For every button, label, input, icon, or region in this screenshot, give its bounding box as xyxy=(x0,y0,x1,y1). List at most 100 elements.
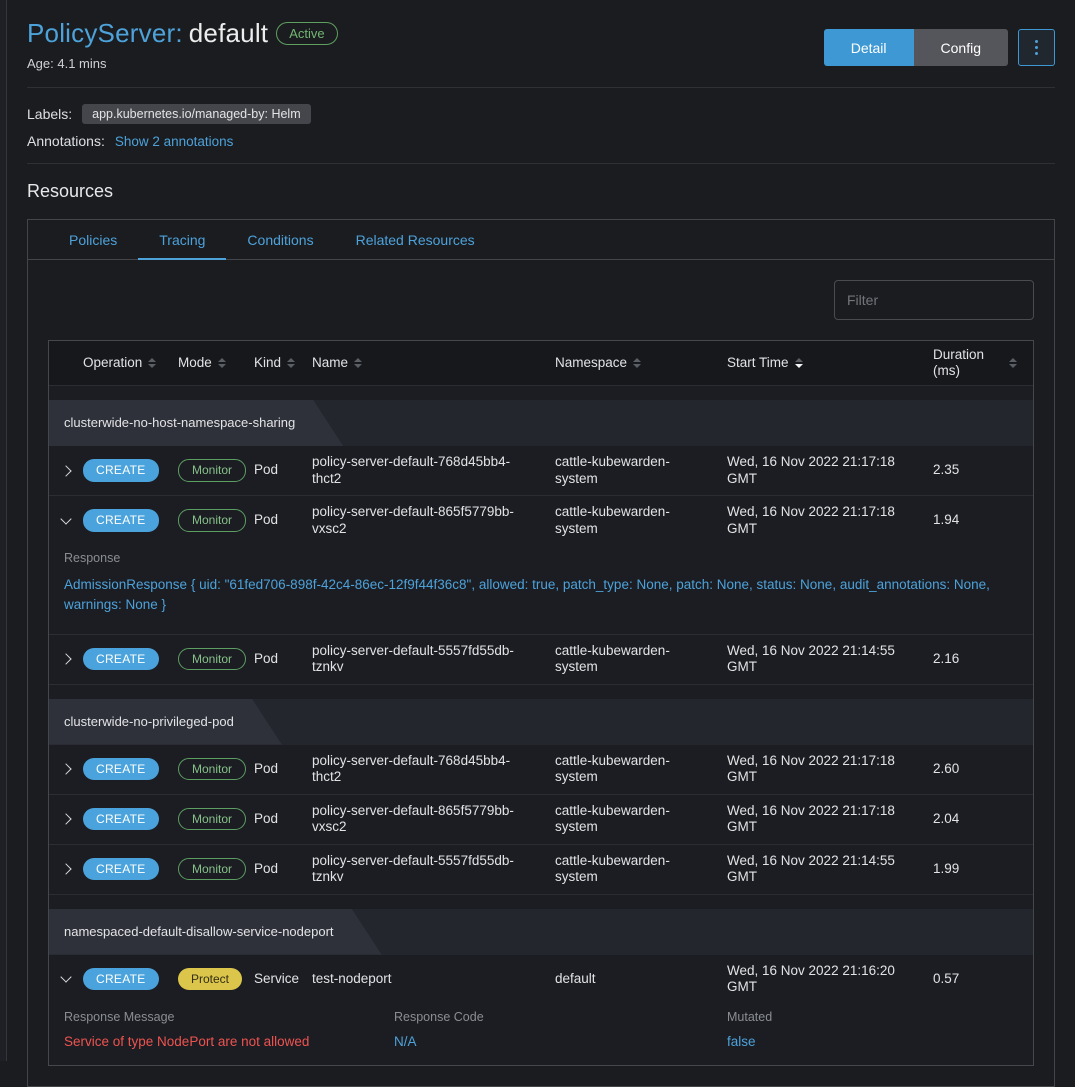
column-header-namespace[interactable]: Namespace xyxy=(555,355,727,371)
sort-icon xyxy=(218,358,226,368)
group-header: clusterwide-no-host-namespace-sharing xyxy=(49,400,1033,446)
name-cell: test-nodeport xyxy=(312,971,555,987)
tab-tracing[interactable]: Tracing xyxy=(138,220,226,260)
metadata-section: Labels: app.kubernetes.io/managed-by: He… xyxy=(27,88,1055,163)
expand-toggle[interactable] xyxy=(49,865,83,873)
expand-toggle[interactable] xyxy=(49,815,83,823)
namespace-cell: cattle-kubewarden-system xyxy=(555,504,727,536)
mode-badge: Monitor xyxy=(178,858,246,880)
namespace-cell: cattle-kubewarden-system xyxy=(555,753,727,785)
mode-badge: Monitor xyxy=(178,509,246,531)
collapse-toggle[interactable] xyxy=(49,977,83,981)
status-badge: Active xyxy=(276,22,337,45)
tab-related-resources[interactable]: Related Resources xyxy=(335,220,496,260)
response-label: Response xyxy=(64,551,1033,565)
filter-input[interactable] xyxy=(834,280,1034,320)
group-name: namespaced-default-disallow-service-node… xyxy=(49,909,382,955)
name-cell: policy-server-default-865f5779bb-vxsc2 xyxy=(312,803,555,835)
divider xyxy=(27,163,1055,164)
chevron-right-icon xyxy=(60,813,71,824)
tab-bar: Policies Tracing Conditions Related Reso… xyxy=(28,220,1054,260)
mode-badge: Protect xyxy=(178,968,242,990)
column-header-name[interactable]: Name xyxy=(312,355,555,371)
namespace-cell: cattle-kubewarden-system xyxy=(555,454,727,486)
kind-cell: Pod xyxy=(254,462,312,478)
start-time-cell: Wed, 16 Nov 2022 21:17:18 GMT xyxy=(727,753,933,785)
start-time-cell: Wed, 16 Nov 2022 21:14:55 GMT xyxy=(727,643,933,675)
expand-toggle[interactable] xyxy=(49,655,83,663)
operation-badge: CREATE xyxy=(83,648,159,670)
annotations-label: Annotations: xyxy=(27,133,105,149)
duration-cell: 2.35 xyxy=(933,462,1033,478)
mutated-value: false xyxy=(727,1034,1033,1049)
response-value: AdmissionResponse { uid: "61fed706-898f-… xyxy=(64,575,1033,616)
tracing-table: Operation Mode Kind Name xyxy=(48,340,1034,1066)
start-time-cell: Wed, 16 Nov 2022 21:17:18 GMT xyxy=(727,504,933,536)
response-message-label: Response Message xyxy=(64,1010,394,1024)
collapse-toggle[interactable] xyxy=(49,519,83,523)
duration-cell: 2.60 xyxy=(933,761,1033,777)
operation-badge: CREATE xyxy=(83,808,159,830)
tab-conditions[interactable]: Conditions xyxy=(226,220,334,260)
resources-title: Resources xyxy=(27,181,1055,202)
kind-cell: Pod xyxy=(254,861,312,877)
kebab-menu-button[interactable] xyxy=(1018,29,1055,66)
column-header-mode[interactable]: Mode xyxy=(178,355,254,371)
duration-cell: 2.16 xyxy=(933,651,1033,667)
name-cell: policy-server-default-5557fd55db-tznkv xyxy=(312,643,555,675)
response-message-value: Service of type NodePort are not allowed xyxy=(64,1034,394,1049)
sort-icon-descending xyxy=(795,358,803,368)
duration-cell: 1.99 xyxy=(933,861,1033,877)
column-header-start-time[interactable]: Start Time xyxy=(727,355,933,371)
show-annotations-link[interactable]: Show 2 annotations xyxy=(115,134,234,149)
expand-toggle[interactable] xyxy=(49,467,83,475)
mode-badge: Monitor xyxy=(178,808,246,830)
label-chip: app.kubernetes.io/managed-by: Helm xyxy=(82,104,310,124)
page-title: PolicyServer:default xyxy=(27,18,268,49)
duration-cell: 1.94 xyxy=(933,512,1033,528)
nav-edge xyxy=(0,0,7,1061)
start-time-cell: Wed, 16 Nov 2022 21:17:18 GMT xyxy=(727,454,933,486)
chevron-right-icon xyxy=(60,465,71,476)
operation-badge: CREATE xyxy=(83,509,159,531)
namespace-cell: cattle-kubewarden-system xyxy=(555,643,727,675)
kind-cell: Pod xyxy=(254,761,312,777)
detail-button[interactable]: Detail xyxy=(824,29,914,66)
resource-type-label: PolicyServer: xyxy=(27,18,183,48)
namespace-cell: default xyxy=(555,971,727,987)
config-button[interactable]: Config xyxy=(914,29,1008,66)
name-cell: policy-server-default-768d45bb4-thct2 xyxy=(312,753,555,785)
name-cell: policy-server-default-865f5779bb-vxsc2 xyxy=(312,504,555,536)
table-row: CREATE Monitor Pod policy-server-default… xyxy=(49,845,1033,895)
namespace-cell: cattle-kubewarden-system xyxy=(555,853,727,885)
column-header-operation[interactable]: Operation xyxy=(83,355,178,371)
start-time-cell: Wed, 16 Nov 2022 21:17:18 GMT xyxy=(727,803,933,835)
row-detail-response: Response AdmissionResponse { uid: "61fed… xyxy=(49,545,1033,634)
table-row-expanded: CREATE Monitor Pod policy-server-default… xyxy=(49,496,1033,635)
chevron-right-icon xyxy=(60,763,71,774)
response-code-value: N/A xyxy=(394,1034,727,1049)
group-name: clusterwide-no-host-namespace-sharing xyxy=(49,400,343,446)
name-cell: policy-server-default-768d45bb4-thct2 xyxy=(312,454,555,486)
tab-policies[interactable]: Policies xyxy=(48,220,138,260)
table-row: CREATE Monitor Pod policy-server-default… xyxy=(49,745,1033,795)
start-time-cell: Wed, 16 Nov 2022 21:16:20 GMT xyxy=(727,963,933,995)
column-header-duration[interactable]: Duration (ms) xyxy=(933,347,1033,379)
column-header-kind[interactable]: Kind xyxy=(254,355,312,371)
sort-icon xyxy=(354,358,362,368)
kind-cell: Service xyxy=(254,971,312,987)
chevron-right-icon xyxy=(60,863,71,874)
kind-cell: Pod xyxy=(254,512,312,528)
table-row: CREATE Monitor Pod policy-server-default… xyxy=(49,795,1033,845)
labels-label: Labels: xyxy=(27,106,72,122)
mode-badge: Monitor xyxy=(178,648,246,670)
expand-toggle[interactable] xyxy=(49,765,83,773)
chevron-right-icon xyxy=(60,653,71,664)
kind-cell: Pod xyxy=(254,651,312,667)
duration-cell: 0.57 xyxy=(933,971,1033,987)
kind-cell: Pod xyxy=(254,811,312,827)
table-row: CREATE Monitor Pod policy-server-default… xyxy=(49,446,1033,496)
kebab-menu-icon xyxy=(1035,40,1038,55)
resources-panel: Policies Tracing Conditions Related Reso… xyxy=(27,219,1055,1087)
duration-cell: 2.04 xyxy=(933,811,1033,827)
